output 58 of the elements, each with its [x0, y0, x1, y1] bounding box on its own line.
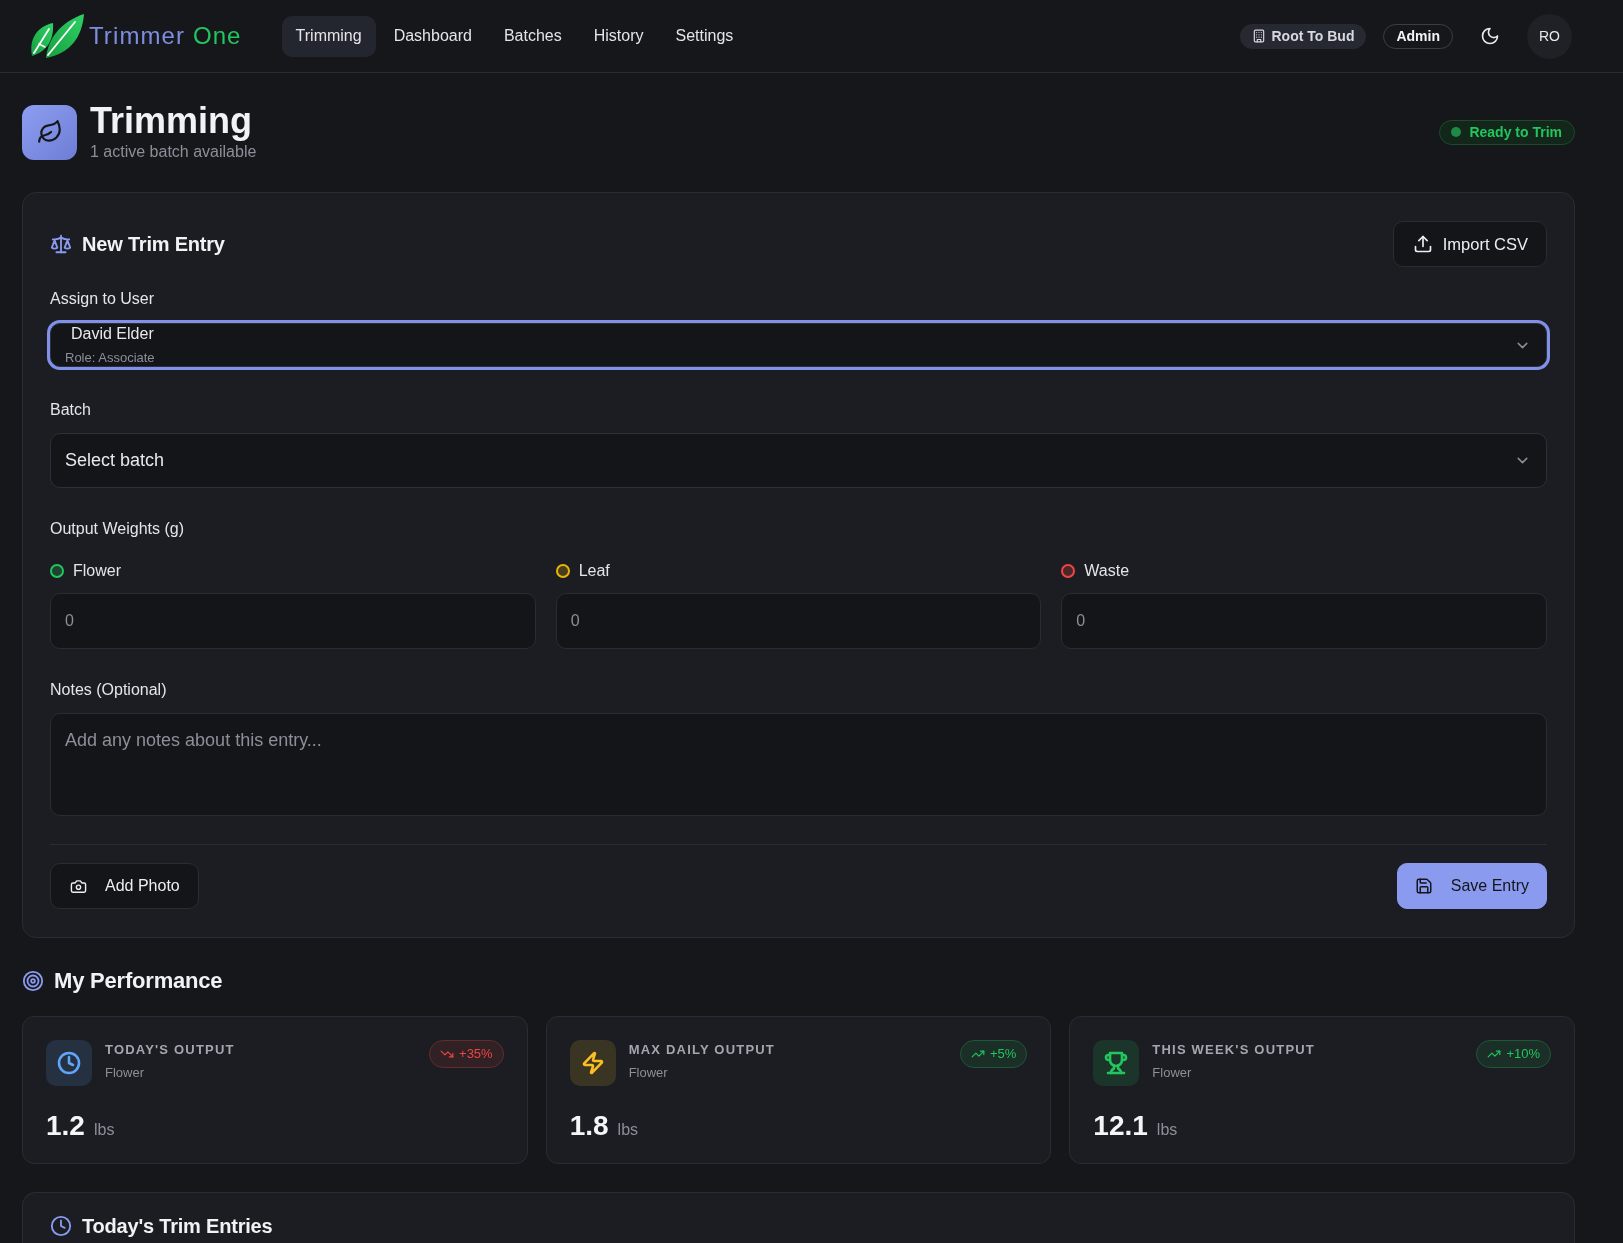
stat-title: THIS WEEK'S OUTPUT	[1152, 1042, 1316, 1058]
stat-title: TODAY'S OUTPUT	[105, 1042, 236, 1058]
page-title: Trimming	[90, 102, 254, 140]
field-label: Waste	[1084, 561, 1130, 581]
nav-tab[interactable]: Dashboard	[379, 15, 486, 57]
change-value: +10%	[1506, 1045, 1540, 1064]
stat-subtitle: Flower	[628, 1065, 669, 1081]
organization-name: Root To Bud	[1271, 26, 1355, 46]
section-title: Today's Trim Entries	[82, 1215, 273, 1237]
nav-tab[interactable]: Trimming	[281, 15, 376, 57]
weight-input[interactable]: 0	[1061, 593, 1547, 649]
weight-input[interactable]: 0	[50, 593, 536, 649]
leaf-icon	[22, 104, 77, 160]
field-label: Notes (Optional)	[50, 680, 168, 700]
field-label: Leaf	[578, 561, 610, 581]
building-icon	[1251, 29, 1266, 43]
clock-icon	[50, 1215, 72, 1237]
notes-field[interactable]: Add any notes about this entry...	[50, 713, 1547, 816]
scale-icon	[50, 233, 72, 255]
section-title: My Performance	[54, 967, 223, 995]
status-dot-icon	[1451, 127, 1462, 137]
stat-subtitle: Flower	[105, 1065, 145, 1081]
change-value: +35%	[459, 1045, 493, 1064]
stat-value: 1.8	[569, 1109, 609, 1143]
import-csv-button[interactable]: Import CSV	[1392, 221, 1547, 267]
weight-input[interactable]: 0	[555, 593, 1042, 649]
stat-unit: lbs	[617, 1120, 639, 1140]
user-select[interactable]: David Elder Role: Associate	[50, 323, 1547, 367]
stat-unit: lbs	[1156, 1120, 1178, 1140]
nav-tab[interactable]: History	[579, 15, 658, 57]
status-label: Ready to Trim	[1469, 122, 1562, 142]
add-photo-button[interactable]: Add Photo	[50, 863, 199, 909]
leaf-logo-icon	[29, 13, 85, 59]
save-entry-button[interactable]: Save Entry	[1396, 863, 1547, 909]
trophy-icon	[1093, 1040, 1140, 1086]
stat-subtitle: Flower	[1152, 1065, 1193, 1081]
batch-select[interactable]: Select batch	[50, 433, 1547, 488]
user-avatar[interactable]: RO	[1527, 13, 1572, 59]
page-subtitle: 1 active batch available	[90, 142, 257, 162]
lightning-bolt-icon	[569, 1040, 616, 1086]
moon-icon	[1480, 26, 1500, 46]
field-label: Flower	[73, 561, 121, 581]
form-title: New Trim Entry	[82, 232, 225, 256]
change-value: +5%	[989, 1045, 1017, 1064]
camera-icon	[70, 877, 87, 895]
stat-title: MAX DAILY OUTPUT	[628, 1042, 776, 1058]
stat-unit: lbs	[93, 1120, 115, 1140]
clock-icon	[46, 1040, 92, 1086]
field-label: Assign to User	[50, 289, 156, 309]
upload-icon	[1412, 234, 1433, 254]
target-icon	[22, 970, 44, 992]
field-label: Batch	[50, 400, 92, 420]
nav-tab[interactable]: Settings	[661, 15, 748, 57]
stat-value: 1.2	[46, 1109, 85, 1143]
brand-name: Trimmer One	[89, 21, 242, 51]
stat-value: 12.1	[1093, 1109, 1148, 1143]
field-label: Output Weights (g)	[50, 519, 185, 539]
nav-tab[interactable]: Batches	[489, 15, 576, 57]
